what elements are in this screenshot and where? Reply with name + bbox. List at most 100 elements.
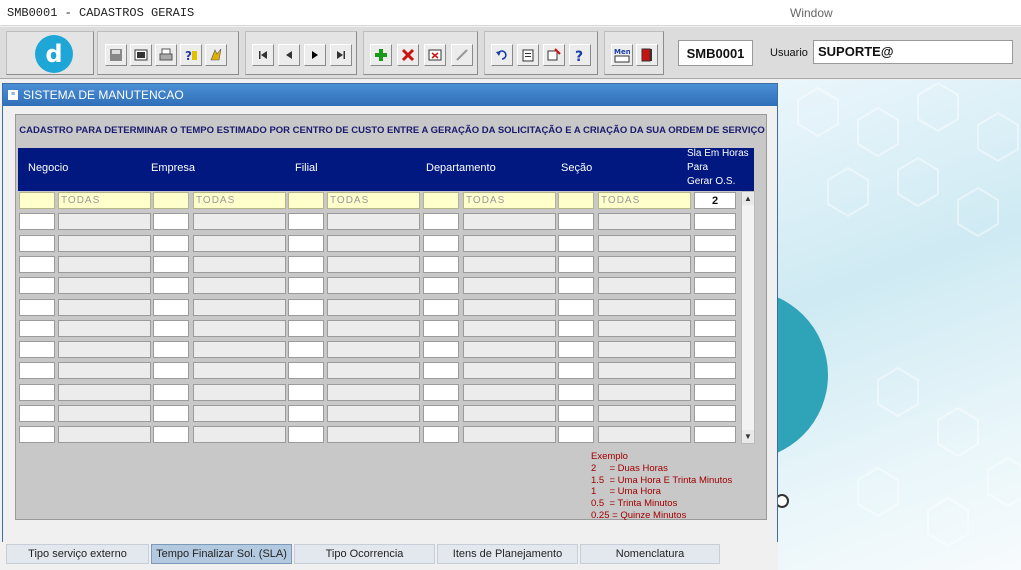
negocio-desc-cell[interactable] [58,383,151,401]
filial-code-cell[interactable] [288,234,324,252]
tab-itens-planejamento[interactable]: Itens de Planejamento [437,544,578,564]
secao-desc-cell[interactable] [598,383,691,401]
sla-cell[interactable] [694,319,736,337]
tab-tempo-finalizar-sla[interactable]: Tempo Finalizar Sol. (SLA) [151,544,292,564]
sla-cell[interactable] [694,405,736,422]
execute-query-icon[interactable] [205,44,227,66]
empresa-desc-cell[interactable] [193,255,286,273]
empresa-code-cell[interactable] [153,298,189,316]
departamento-desc-cell[interactable] [463,405,556,422]
empresa-desc-cell[interactable] [193,426,286,444]
empresa-desc-cell[interactable] [193,341,286,359]
empresa-desc-cell[interactable] [193,362,286,380]
negocio-code-cell[interactable] [19,298,55,316]
negocio-desc-cell[interactable]: TODAS [58,192,151,209]
departamento-desc-cell[interactable] [463,277,556,295]
exit-icon[interactable] [636,44,658,66]
filial-desc-cell[interactable] [327,255,420,273]
negocio-desc-cell[interactable] [58,362,151,380]
departamento-desc-cell[interactable] [463,255,556,273]
sla-cell[interactable] [694,426,736,444]
filial-code-cell[interactable] [288,298,324,316]
negocio-desc-cell[interactable] [58,255,151,273]
empresa-code-cell[interactable] [153,341,189,359]
filial-code-cell[interactable] [288,383,324,401]
empresa-desc-cell[interactable] [193,383,286,401]
sla-cell[interactable] [694,277,736,295]
tab-nomenclatura[interactable]: Nomenclatura [580,544,720,564]
filial-desc-cell[interactable] [327,341,420,359]
departamento-desc-cell[interactable] [463,213,556,231]
departamento-code-cell[interactable] [423,341,459,359]
filial-code-cell[interactable] [288,362,324,380]
secao-desc-cell[interactable] [598,298,691,316]
secao-desc-cell[interactable] [598,213,691,231]
empresa-code-cell[interactable] [153,234,189,252]
departamento-code-cell[interactable] [423,405,459,422]
secao-code-cell[interactable] [558,277,594,295]
delete-record-icon[interactable] [397,44,419,66]
departamento-code-cell[interactable] [423,298,459,316]
secao-desc-cell[interactable]: TODAS [598,192,691,209]
secao-code-cell[interactable] [558,234,594,252]
empresa-code-cell[interactable] [153,277,189,295]
empresa-desc-cell[interactable] [193,234,286,252]
departamento-code-cell[interactable] [423,383,459,401]
filial-code-cell[interactable] [288,341,324,359]
secao-desc-cell[interactable] [598,341,691,359]
negocio-desc-cell[interactable] [58,405,151,422]
tab-tipo-servico-externo[interactable]: Tipo serviço externo [6,544,149,564]
empresa-desc-cell[interactable] [193,213,286,231]
last-record-icon[interactable] [330,44,352,66]
filial-code-cell[interactable] [288,319,324,337]
filial-code-cell[interactable] [288,426,324,444]
window-icon[interactable] [130,44,152,66]
filial-desc-cell[interactable] [327,405,420,422]
departamento-code-cell[interactable] [423,234,459,252]
secao-desc-cell[interactable] [598,426,691,444]
departamento-desc-cell[interactable] [463,341,556,359]
negocio-desc-cell[interactable] [58,234,151,252]
empresa-desc-cell[interactable] [193,405,286,422]
filial-code-cell[interactable] [288,213,324,231]
empresa-code-cell[interactable] [153,192,189,209]
departamento-desc-cell[interactable]: TODAS [463,192,556,209]
clipboard-icon[interactable] [517,44,539,66]
negocio-code-cell[interactable] [19,192,55,209]
help-icon[interactable]: ? [569,44,591,66]
departamento-desc-cell[interactable] [463,383,556,401]
add-record-icon[interactable] [370,44,392,66]
negocio-code-cell[interactable] [19,213,55,231]
secao-code-cell[interactable] [558,298,594,316]
sla-cell[interactable] [694,341,736,359]
secao-code-cell[interactable] [558,426,594,444]
departamento-code-cell[interactable] [423,255,459,273]
departamento-desc-cell[interactable] [463,298,556,316]
sla-cell[interactable] [694,298,736,316]
negocio-code-cell[interactable] [19,277,55,295]
first-record-icon[interactable] [252,44,274,66]
departamento-desc-cell[interactable] [463,362,556,380]
list-values-icon[interactable] [543,44,565,66]
empresa-code-cell[interactable] [153,383,189,401]
save-icon[interactable] [105,44,127,66]
negocio-code-cell[interactable] [19,234,55,252]
secao-desc-cell[interactable] [598,405,691,422]
departamento-desc-cell[interactable] [463,319,556,337]
empresa-code-cell[interactable] [153,426,189,444]
filial-desc-cell[interactable]: TODAS [327,192,420,209]
empresa-code-cell[interactable] [153,319,189,337]
sla-cell[interactable] [694,213,736,231]
menu-icon[interactable]: Menu [611,44,633,66]
negocio-code-cell[interactable] [19,405,55,422]
sla-cell[interactable] [694,383,736,401]
negocio-desc-cell[interactable] [58,298,151,316]
filial-desc-cell[interactable] [327,362,420,380]
filial-desc-cell[interactable] [327,298,420,316]
departamento-code-cell[interactable] [423,362,459,380]
secao-code-cell[interactable] [558,319,594,337]
empresa-code-cell[interactable] [153,255,189,273]
secao-code-cell[interactable] [558,383,594,401]
sla-cell[interactable] [694,255,736,273]
filial-desc-cell[interactable] [327,319,420,337]
